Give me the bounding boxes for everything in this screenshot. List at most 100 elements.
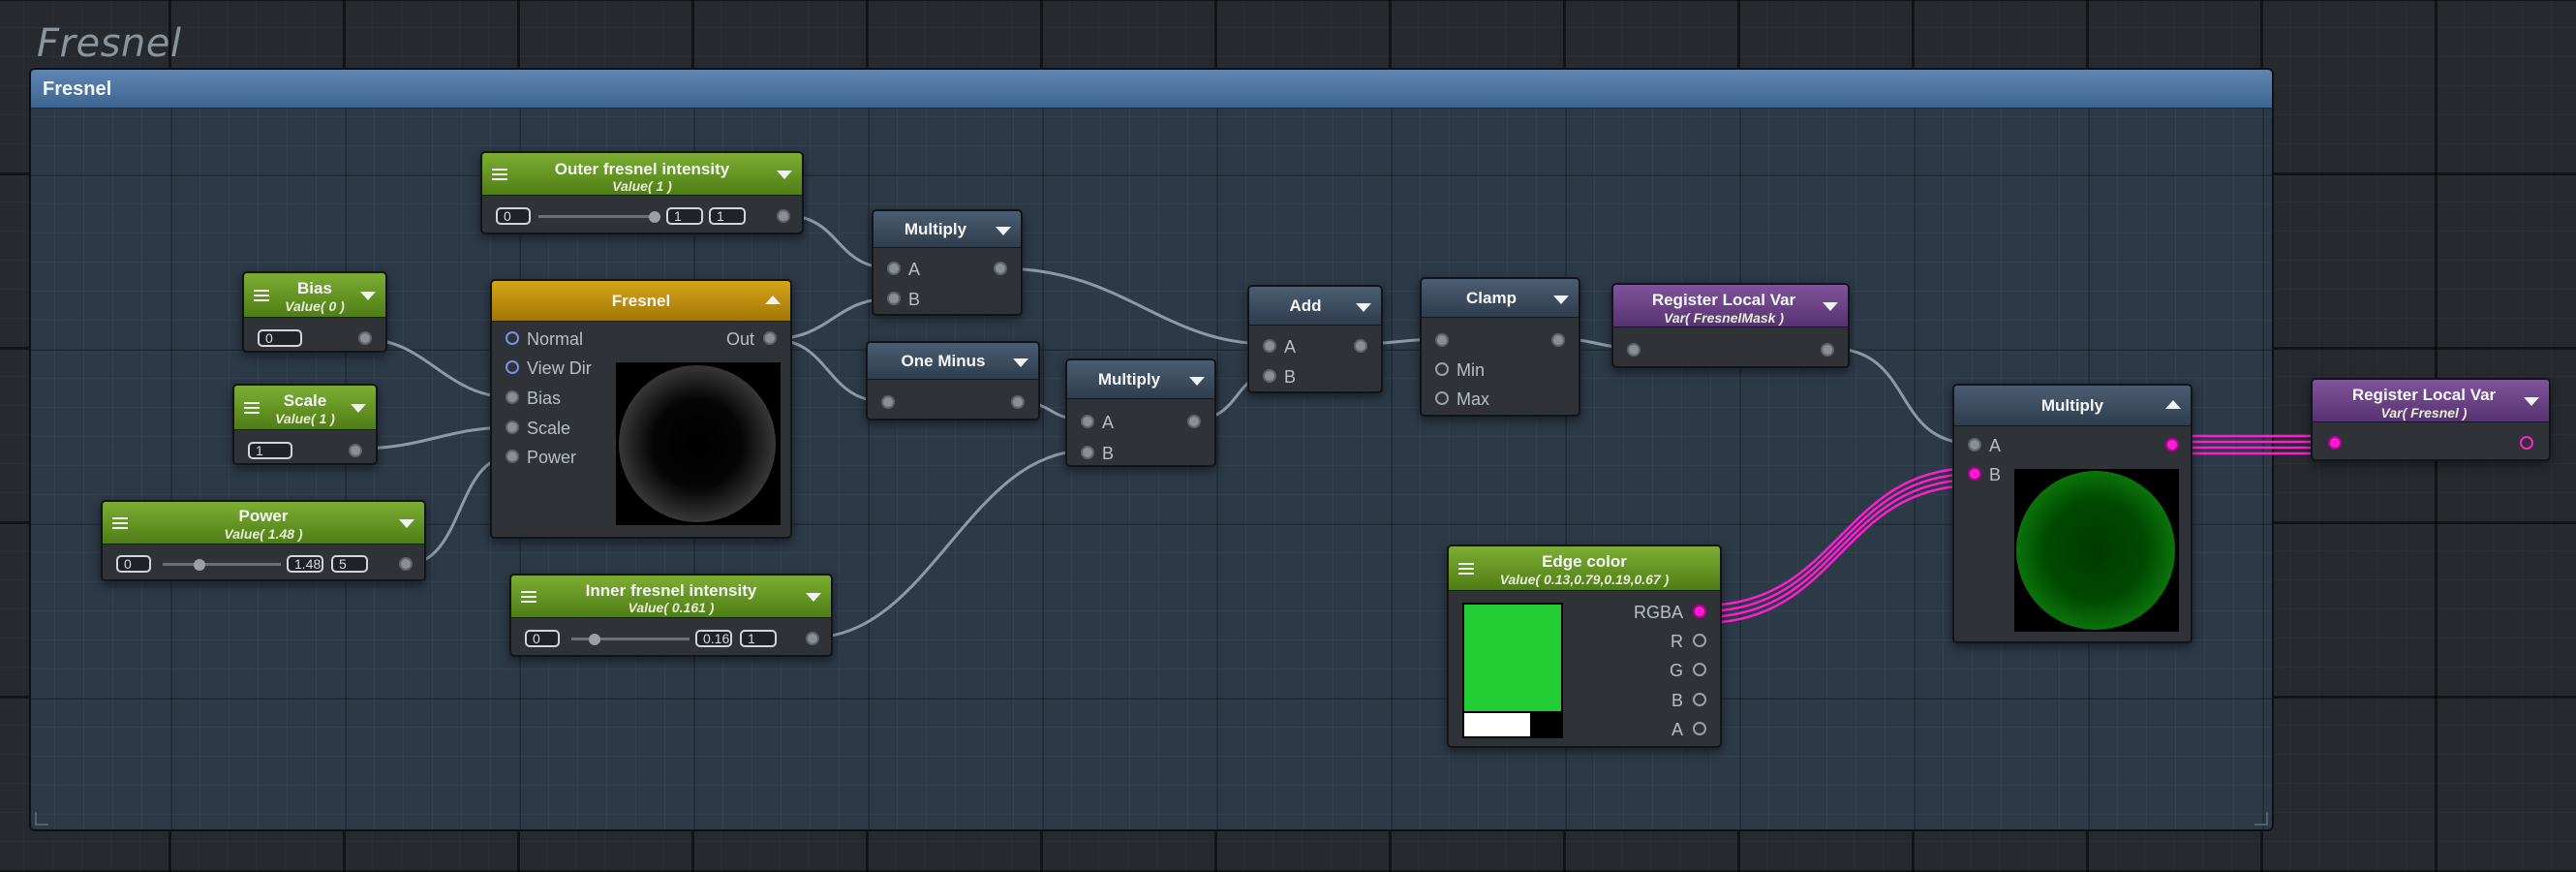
node-multiply-2[interactable]: Multiply A B (1065, 358, 1216, 467)
node-header[interactable]: Outer fresnel intensity Value( 1 ) (482, 153, 802, 196)
value-field[interactable]: 1.48 (287, 555, 323, 573)
collapse-arrow-icon[interactable] (996, 227, 1011, 235)
collapse-arrow-icon[interactable] (360, 292, 376, 300)
node-header[interactable]: Scale Value( 1 ) (234, 386, 376, 430)
slider-knob[interactable] (649, 211, 660, 223)
node-outer-fresnel-intensity[interactable]: Outer fresnel intensity Value( 1 ) 0 1 1 (480, 151, 804, 234)
node-multiply-1[interactable]: Multiply A B (872, 209, 1023, 316)
node-header[interactable]: Power Value( 1.48 ) (103, 502, 424, 545)
output-port[interactable] (806, 632, 819, 645)
input-port-normal[interactable] (506, 331, 519, 345)
node-bias[interactable]: Bias Value( 0 ) 0 (242, 271, 387, 353)
group-header[interactable]: Fresnel (31, 70, 2272, 109)
output-port[interactable] (1011, 395, 1025, 409)
node-header[interactable]: Edge color Value( 0.13,0.79,0.19,0.67 ) (1449, 546, 1720, 591)
input-port-a[interactable] (1081, 415, 1094, 428)
output-port-a[interactable] (1693, 722, 1706, 735)
node-register-local-var-fresnel[interactable]: Register Local Var Var( Fresnel ) (2311, 378, 2551, 461)
output-port[interactable] (399, 557, 413, 571)
collapse-arrow-icon[interactable] (1553, 296, 1569, 304)
output-port-rgba[interactable] (1693, 605, 1706, 618)
input-port-a[interactable] (1263, 339, 1276, 353)
input-port-a[interactable] (1968, 438, 1981, 452)
collapse-arrow-icon[interactable] (2524, 397, 2539, 406)
output-port[interactable] (358, 331, 372, 345)
node-header[interactable]: One Minus (868, 343, 1038, 380)
node-header[interactable]: Clamp (1422, 279, 1579, 318)
node-edge-color[interactable]: Edge color Value( 0.13,0.79,0.19,0.67 ) … (1447, 545, 1722, 748)
collapse-arrow-icon[interactable] (1356, 303, 1371, 312)
input-port-view-dir[interactable] (506, 360, 519, 374)
value-field[interactable]: 1 (248, 442, 292, 459)
node-one-minus[interactable]: One Minus (866, 341, 1040, 420)
min-field[interactable]: 0 (525, 630, 560, 647)
node-header[interactable]: Multiply (1067, 360, 1214, 399)
input-port-bias[interactable] (506, 390, 519, 404)
input-port-value[interactable] (1435, 333, 1449, 347)
output-port-b[interactable] (1693, 693, 1706, 706)
output-port[interactable] (1551, 333, 1565, 347)
expand-arrow-icon[interactable] (765, 296, 781, 304)
output-port-out[interactable] (763, 331, 777, 345)
collapse-arrow-icon[interactable] (806, 593, 821, 602)
node-header[interactable]: Register Local Var Var( Fresnel ) (2313, 380, 2549, 422)
min-field[interactable]: 0 (116, 555, 151, 573)
node-scale[interactable]: Scale Value( 1 ) 1 (232, 384, 378, 465)
output-port[interactable] (1187, 415, 1201, 428)
output-port[interactable] (1354, 339, 1367, 353)
slider-knob[interactable] (194, 559, 205, 571)
input-port-power[interactable] (506, 450, 519, 463)
max-field[interactable]: 5 (331, 555, 368, 573)
output-port-r[interactable] (1693, 634, 1706, 647)
collapse-arrow-icon[interactable] (1013, 358, 1028, 367)
collapse-arrow-icon[interactable] (777, 171, 792, 179)
output-port[interactable] (777, 209, 790, 223)
node-clamp[interactable]: Clamp Min Max (1420, 277, 1580, 417)
input-port-b[interactable] (887, 292, 901, 305)
output-port[interactable] (2520, 436, 2533, 450)
output-port[interactable] (349, 444, 362, 457)
output-port[interactable] (1821, 343, 1834, 357)
value-field[interactable]: 0 (258, 329, 302, 347)
slider-track[interactable] (163, 563, 281, 566)
node-header[interactable]: Fresnel (492, 281, 790, 322)
node-inner-fresnel-intensity[interactable]: Inner fresnel intensity Value( 0.161 ) 0… (509, 574, 833, 657)
min-field[interactable]: 0 (496, 207, 531, 225)
node-add[interactable]: Add A B (1247, 285, 1383, 393)
node-fresnel[interactable]: Fresnel Normal View Dir Bias Scale Power… (490, 279, 792, 539)
expand-arrow-icon[interactable] (2165, 400, 2181, 409)
output-port[interactable] (2165, 438, 2179, 452)
collapse-arrow-icon[interactable] (351, 404, 366, 413)
input-port[interactable] (881, 395, 895, 409)
input-port-min[interactable] (1435, 362, 1449, 376)
node-register-local-var-mask[interactable]: Register Local Var Var( FresnelMask ) (1611, 283, 1850, 368)
max-field[interactable]: 1 (709, 207, 746, 225)
input-port-b[interactable] (1968, 467, 1981, 481)
slider-knob[interactable] (589, 634, 600, 645)
value-field[interactable]: 1 (666, 207, 703, 225)
input-port-max[interactable] (1435, 391, 1449, 405)
node-power[interactable]: Power Value( 1.48 ) 0 1.48 5 (101, 500, 426, 581)
collapse-arrow-icon[interactable] (399, 519, 414, 528)
input-port-a[interactable] (887, 262, 901, 275)
color-swatch[interactable] (1462, 603, 1563, 738)
collapse-arrow-icon[interactable] (1189, 377, 1205, 386)
output-port[interactable] (994, 262, 1007, 275)
max-field[interactable]: 1 (740, 630, 777, 647)
input-port-b[interactable] (1263, 369, 1276, 383)
value-field[interactable]: 0.161 (695, 630, 732, 647)
collapse-arrow-icon[interactable] (1823, 302, 1838, 311)
input-port[interactable] (2328, 436, 2342, 450)
input-port[interactable] (1627, 343, 1641, 357)
output-port-g[interactable] (1693, 663, 1706, 676)
input-port-scale[interactable] (506, 420, 519, 434)
slider-track[interactable] (538, 215, 657, 218)
node-header[interactable]: Multiply (874, 211, 1021, 248)
node-header[interactable]: Multiply (1954, 386, 2191, 426)
node-header[interactable]: Bias Value( 0 ) (244, 273, 385, 318)
input-port-b[interactable] (1081, 446, 1094, 459)
node-header[interactable]: Register Local Var Var( FresnelMask ) (1613, 285, 1848, 327)
node-multiply-3[interactable]: Multiply A B (1952, 384, 2193, 643)
node-header[interactable]: Inner fresnel intensity Value( 0.161 ) (511, 576, 831, 618)
node-header[interactable]: Add (1249, 287, 1381, 326)
